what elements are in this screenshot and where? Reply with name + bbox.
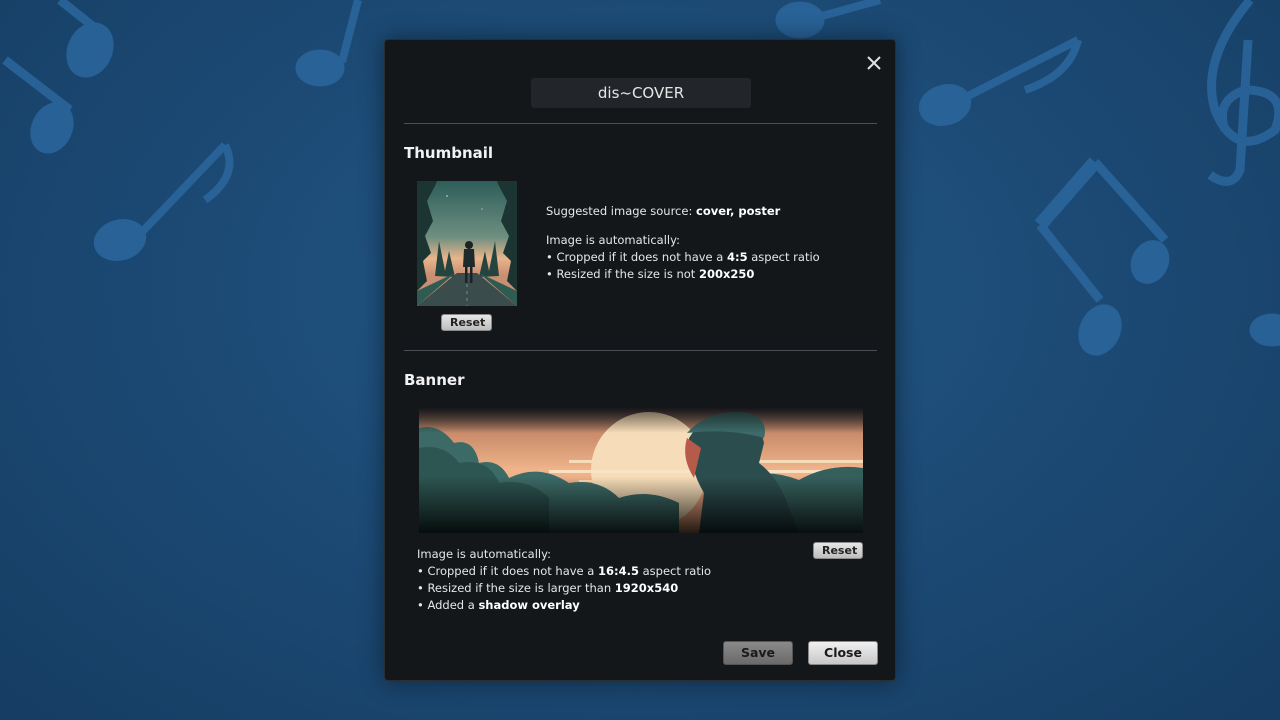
thumbnail-reset-button[interactable]: Reset xyxy=(441,314,492,331)
thumbnail-source-prefix: Suggested image source: xyxy=(546,204,696,218)
divider-top xyxy=(404,123,877,124)
banner-overlay-rule: • Added a shadow overlay xyxy=(417,598,580,612)
divider-middle xyxy=(404,350,877,351)
thumbnail-heading: Thumbnail xyxy=(404,144,494,162)
banner-resize-rule: • Resized if the size is larger than 192… xyxy=(417,581,679,595)
banner-crop-rule: • Cropped if it does not have a 16:4.5 a… xyxy=(417,564,712,578)
banner-heading: Banner xyxy=(404,371,465,389)
thumbnail-crop-rule: • Cropped if it does not have a 4:5 aspe… xyxy=(546,250,820,264)
thumbnail-source-value: cover, poster xyxy=(696,204,781,218)
thumbnail-rules: Image is automatically: • Cropped if it … xyxy=(546,232,820,283)
thumbnail-image xyxy=(417,181,517,306)
close-button[interactable]: Close xyxy=(808,641,878,665)
thumbnail-source-text: Suggested image source: cover, poster xyxy=(546,203,780,220)
dialog-title: dis~COVER xyxy=(531,78,751,108)
banner-image xyxy=(419,408,863,533)
thumbnail-resize-rule: • Resized if the size is not 200x250 xyxy=(546,267,755,281)
banner-auto-intro: Image is automatically: xyxy=(417,547,551,561)
thumbnail-auto-intro: Image is automatically: xyxy=(546,233,680,247)
banner-reset-button[interactable]: Reset xyxy=(813,542,863,559)
close-icon[interactable] xyxy=(863,52,885,74)
save-button[interactable]: Save xyxy=(723,641,793,665)
banner-rules: Image is automatically: • Cropped if it … xyxy=(417,546,711,614)
discover-dialog: dis~COVER Thumbnail Reset Suggested imag… xyxy=(384,39,896,681)
